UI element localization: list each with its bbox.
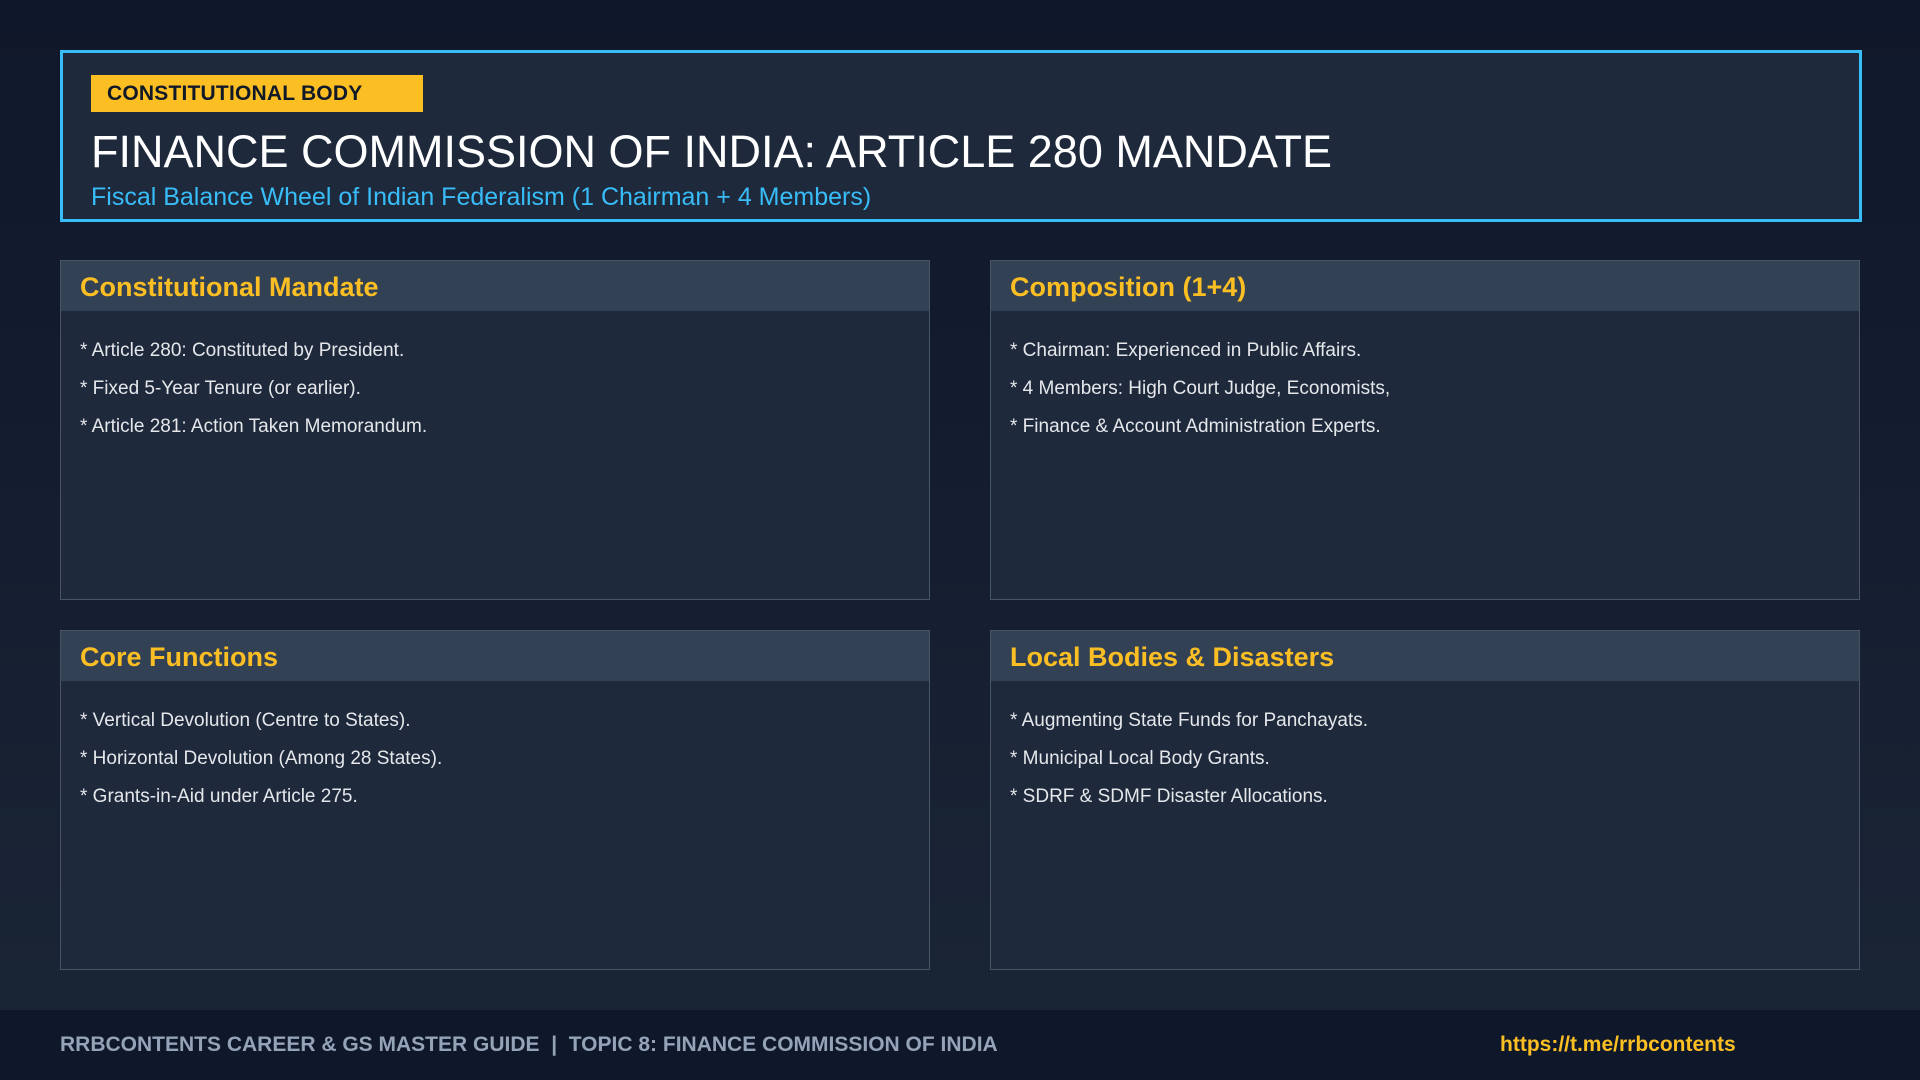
page-title: FINANCE COMMISSION OF INDIA: ARTICLE 280…	[91, 126, 1333, 177]
card-body: * Augmenting State Funds for Panchayats.…	[991, 681, 1859, 816]
card-item: * SDRF & SDMF Disaster Allocations.	[1010, 786, 1328, 807]
card-item: * Municipal Local Body Grants.	[1010, 748, 1270, 769]
card-body: * Vertical Devolution (Centre to States)…	[61, 681, 929, 816]
category-badge: CONSTITUTIONAL BODY	[91, 75, 423, 112]
card-title: Local Bodies & Disasters	[991, 631, 1859, 681]
card-item: * 4 Members: High Court Judge, Economist…	[1010, 378, 1391, 399]
card-item: * Vertical Devolution (Centre to States)…	[80, 710, 411, 731]
page-subtitle: Fiscal Balance Wheel of Indian Federalis…	[91, 183, 872, 211]
card-item: * Finance & Account Administration Exper…	[1010, 416, 1381, 437]
footer-guide-text: RRBCONTENTS CAREER & GS MASTER GUIDE | T…	[60, 1033, 998, 1056]
card-constitutional-mandate: Constitutional Mandate * Article 280: Co…	[60, 260, 930, 600]
card-item: * Article 280: Constituted by President.	[80, 340, 405, 361]
card-item: * Article 281: Action Taken Memorandum.	[80, 416, 428, 437]
card-body: * Article 280: Constituted by President.…	[61, 311, 929, 446]
card-item: * Chairman: Experienced in Public Affair…	[1010, 340, 1362, 361]
card-local-bodies-disasters: Local Bodies & Disasters * Augmenting St…	[990, 630, 1860, 970]
card-item: * Grants-in-Aid under Article 275.	[80, 786, 358, 807]
card-composition: Composition (1+4) * Chairman: Experience…	[990, 260, 1860, 600]
footer-bar: RRBCONTENTS CAREER & GS MASTER GUIDE | T…	[0, 1010, 1920, 1080]
card-item: * Horizontal Devolution (Among 28 States…	[80, 748, 443, 769]
card-title: Core Functions	[61, 631, 929, 681]
card-title: Constitutional Mandate	[61, 261, 929, 311]
telegram-link[interactable]: https://t.me/rrbcontents	[1500, 1030, 1736, 1060]
card-body: * Chairman: Experienced in Public Affair…	[991, 311, 1859, 446]
card-item: * Augmenting State Funds for Panchayats.	[1010, 710, 1369, 731]
card-title: Composition (1+4)	[991, 261, 1859, 311]
header-panel: CONSTITUTIONAL BODY FINANCE COMMISSION O…	[60, 50, 1862, 222]
card-core-functions: Core Functions * Vertical Devolution (Ce…	[60, 630, 930, 970]
card-item: * Fixed 5-Year Tenure (or earlier).	[80, 378, 361, 399]
